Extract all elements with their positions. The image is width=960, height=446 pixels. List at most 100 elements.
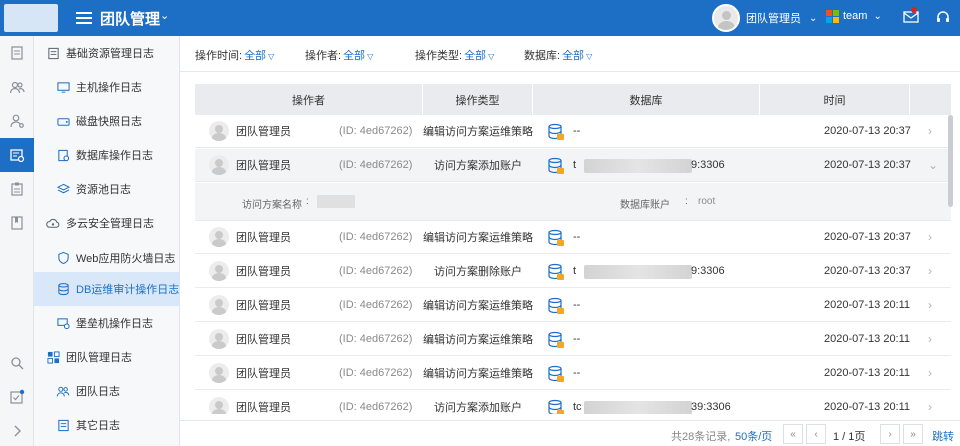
chevron-right-icon[interactable]: › <box>928 400 932 414</box>
rail-dashboard-icon[interactable] <box>0 36 34 70</box>
filter-database[interactable]: 数据库: 全部 ▽ <box>524 47 592 63</box>
operator-name: 团队管理员 <box>236 300 291 312</box>
page-size-select[interactable]: 50条/页 <box>735 428 772 444</box>
rail-book-icon[interactable] <box>0 206 34 240</box>
table-row[interactable]: 团队管理员 (ID: 4ed67262) 编辑访问方案运维策略 -- 2020-07-1… <box>195 289 951 322</box>
rail-tasks-icon[interactable] <box>0 380 34 414</box>
table-row[interactable]: 团队管理员 (ID: 4ed67262) 访问方案添加账户 t 9:3306 2020-0… <box>195 149 951 182</box>
avatar[interactable] <box>712 4 740 32</box>
nav-item-db-audit-logs[interactable]: DB运维审计操作日志 <box>34 272 180 306</box>
chevron-down-icon[interactable]: ▽ <box>488 52 494 61</box>
avatar <box>209 329 229 349</box>
filter-operation-type[interactable]: 操作类型: 全部 ▽ <box>415 47 494 63</box>
nav-item-db-operation-logs[interactable]: 数据库操作日志 <box>34 138 180 172</box>
doc-icon <box>56 418 70 432</box>
table-row[interactable]: 团队管理员 (ID: 4ed67262) 编辑访问方案运维策略 -- 2020-07-1… <box>195 115 951 148</box>
redacted-host <box>584 265 692 279</box>
user-menu[interactable]: 团队管理员 ⌄ <box>712 4 817 32</box>
database-name: -- <box>573 299 581 311</box>
chevron-right-icon[interactable]: › <box>928 332 932 346</box>
database-name: -- <box>573 125 581 137</box>
nav-item-team-log[interactable]: 团队日志 <box>34 374 180 408</box>
team-icon <box>56 384 70 398</box>
team-switcher[interactable]: team ⌄ <box>826 10 882 23</box>
audit-log-table: 操作者 操作类型 数据库 时间 团队管理员 (ID: 4ed67262) 编辑访问方… <box>195 84 951 414</box>
last-page-icon[interactable]: » <box>903 424 923 444</box>
rail-clipboard-icon[interactable] <box>0 172 34 206</box>
chevron-right-icon[interactable]: › <box>928 124 932 138</box>
nav-item-label: 堡垒机操作日志 <box>76 318 153 330</box>
operation-time: 2020-07-13 20:37 <box>824 125 911 137</box>
rail-search-icon[interactable] <box>0 346 34 380</box>
chevron-down-icon[interactable]: ▽ <box>586 52 592 61</box>
operation-type: 编辑访问方案运维策略 <box>423 334 533 346</box>
operator-id: (ID: 4ed67262) <box>339 333 413 345</box>
table-scrollbar[interactable] <box>948 115 953 207</box>
next-page-icon[interactable]: › <box>880 424 900 444</box>
operation-type: 编辑访问方案运维策略 <box>423 126 533 138</box>
operator-id: (ID: 4ed67262) <box>339 125 413 137</box>
chevron-down-icon[interactable]: ⌄ <box>809 13 817 24</box>
avatar <box>209 363 229 383</box>
table-row[interactable]: 团队管理员 (ID: 4ed67262) 访问方案删除账户 t 9:3306 2020-0… <box>195 255 951 288</box>
nav-group-resource-logs[interactable]: 基础资源管理日志 <box>34 36 180 70</box>
operator-id: (ID: 4ed67262) <box>339 299 413 311</box>
filter-operation-time[interactable]: 操作时间: 全部 ▽ <box>195 47 274 63</box>
nav-group-cloud-security-logs[interactable]: 多云安全管理日志 <box>34 206 180 240</box>
nav-item-host-logs[interactable]: 主机操作日志 <box>34 70 180 104</box>
chevron-down-icon[interactable]: ⌄ <box>873 11 881 22</box>
chevron-down-icon[interactable]: ⌄ <box>928 158 938 172</box>
table-row[interactable]: 团队管理员 (ID: 4ed67262) 访问方案添加账户 tc 39:3306 2020… <box>195 391 951 414</box>
chevron-right-icon[interactable]: › <box>928 264 932 278</box>
nav-item-waf-logs[interactable]: Web应用防火墙日志 <box>34 240 180 276</box>
avatar <box>209 261 229 281</box>
rail-user-settings-icon[interactable] <box>0 104 34 138</box>
expand-sidebar-icon[interactable] <box>0 414 34 446</box>
database-icon <box>547 157 565 175</box>
operator-name: 团队管理员 <box>236 402 291 414</box>
chevron-down-icon[interactable]: ▽ <box>367 52 373 61</box>
nav-item-disk-snapshot-logs[interactable]: 磁盘快照日志 <box>34 104 180 138</box>
operator-id: (ID: 4ed67262) <box>339 231 413 243</box>
menu-icon[interactable] <box>76 9 92 27</box>
nav-item-bastion-logs[interactable]: 堡垒机操作日志 <box>34 306 180 340</box>
operator-name: 团队管理员 <box>236 126 291 138</box>
table-row[interactable]: 团队管理员 (ID: 4ed67262) 编辑访问方案运维策略 -- 2020-07-1… <box>195 323 951 356</box>
filter-value[interactable]: 全部 <box>343 50 365 62</box>
avatar <box>209 397 229 414</box>
chevron-right-icon[interactable]: › <box>928 298 932 312</box>
prev-page-icon[interactable]: ‹ <box>806 424 826 444</box>
filter-value[interactable]: 全部 <box>464 50 486 62</box>
chevron-down-icon[interactable]: ▽ <box>268 52 274 61</box>
chevron-down-icon[interactable]: ⌄ <box>160 9 169 22</box>
headset-icon[interactable] <box>935 9 951 25</box>
nav-item-other-logs[interactable]: 其它日志 <box>34 408 180 442</box>
app-title[interactable]: 团队管理 <box>100 8 160 29</box>
filter-operator[interactable]: 操作者: 全部 ▽ <box>305 47 373 63</box>
rail-users-icon[interactable] <box>0 70 34 104</box>
cloud-eye-icon <box>46 216 60 230</box>
database-icon <box>547 297 565 315</box>
nav-group-label: 基础资源管理日志 <box>66 48 154 60</box>
nav-item-resource-pool-logs[interactable]: 资源池日志 <box>34 172 180 206</box>
redacted-host <box>584 401 692 414</box>
nav-item-label: DB运维审计操作日志 <box>76 284 180 296</box>
jump-button[interactable]: 跳转 <box>932 428 954 444</box>
column-header-operation-type: 操作类型 <box>423 84 533 115</box>
database-name: -- <box>573 367 581 379</box>
filter-value[interactable]: 全部 <box>562 50 584 62</box>
filter-value[interactable]: 全部 <box>244 50 266 62</box>
chevron-right-icon[interactable]: › <box>928 366 932 380</box>
chevron-right-icon[interactable]: › <box>928 230 932 244</box>
first-page-icon[interactable]: « <box>783 424 803 444</box>
nav-group-team-logs[interactable]: 团队管理日志 <box>34 340 180 374</box>
table-row[interactable]: 团队管理员 (ID: 4ed67262) 编辑访问方案运维策略 -- 2020-07-1… <box>195 221 951 254</box>
table-row[interactable]: 团队管理员 (ID: 4ed67262) 编辑访问方案运维策略 -- 2020-07-1… <box>195 357 951 390</box>
logo <box>4 4 58 32</box>
team-name[interactable]: team <box>843 10 867 22</box>
user-name[interactable]: 团队管理员 <box>746 10 801 26</box>
rail-logs-icon[interactable] <box>0 138 34 172</box>
operation-time: 2020-07-13 20:37 <box>824 265 911 277</box>
operator-name: 团队管理员 <box>236 266 291 278</box>
operation-time: 2020-07-13 20:11 <box>824 401 911 413</box>
